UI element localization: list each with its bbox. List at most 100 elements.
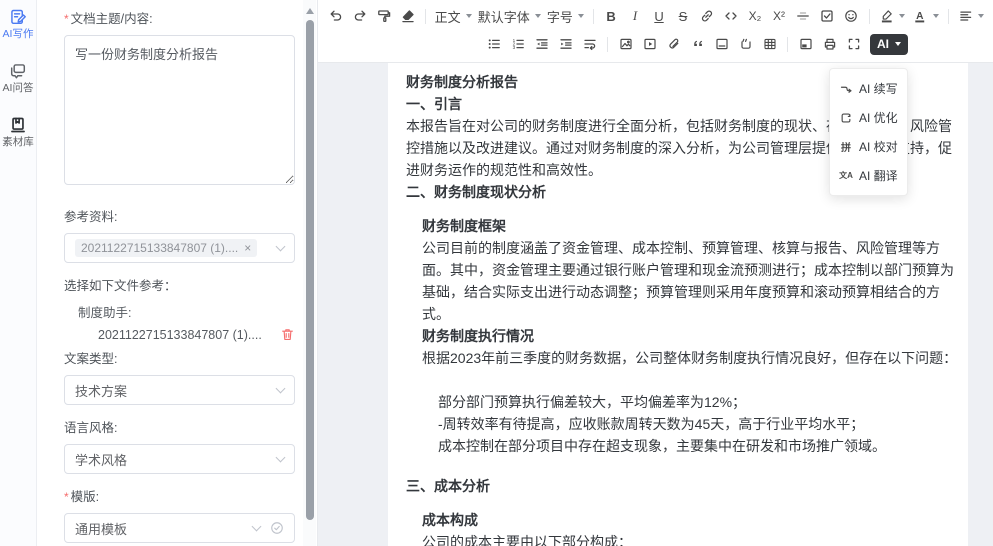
topic-label: *文档主题/内容: — [64, 8, 295, 27]
reference-tag: 2021122715133847807 (1).... × — [75, 239, 257, 257]
underline-button[interactable]: U — [648, 4, 671, 28]
app-window: AI写作 AI问答 素材库 *文档主题/内容: 写一份财务制度分析报告 参考资料… — [0, 0, 993, 546]
type-select[interactable]: 技术方案 — [64, 375, 295, 405]
attachment-button[interactable] — [662, 32, 685, 56]
outdent-icon — [534, 36, 550, 52]
fullscreen-button[interactable] — [842, 32, 865, 56]
form-scrollbar[interactable] — [303, 0, 316, 546]
page-break-button[interactable] — [734, 32, 757, 56]
chevron-down-icon — [252, 521, 262, 531]
fullscreen-icon — [846, 36, 862, 52]
code-block-button[interactable] — [710, 32, 733, 56]
ai-menu-button[interactable]: AI — [870, 34, 908, 55]
doc-list-item: -周转效率有待提高，应收账款周转天数为45天，高于行业平均水平； — [438, 413, 958, 435]
reference-select[interactable]: 2021122715133847807 (1).... × — [64, 233, 295, 263]
chevron-down-icon — [466, 14, 472, 18]
file-name: 2021122715133847807 (1).... — [98, 328, 280, 342]
toolbar-divider — [787, 37, 788, 52]
horizontal-rule-button[interactable] — [792, 4, 815, 28]
line-wrap-button[interactable] — [578, 32, 601, 56]
paragraph-style-select[interactable]: 正文 — [432, 4, 474, 28]
page-break-icon — [738, 36, 754, 52]
redo-button[interactable] — [348, 4, 371, 28]
scrollbar-thumb[interactable] — [306, 20, 314, 520]
ai-menu-item-continue[interactable]: AI 续写 — [830, 74, 907, 103]
link-button[interactable] — [696, 4, 719, 28]
inline-code-button[interactable] — [720, 4, 743, 28]
task-list-button[interactable] — [816, 4, 839, 28]
table-button[interactable] — [758, 32, 781, 56]
align-button[interactable] — [955, 4, 988, 28]
clear-format-button[interactable] — [396, 4, 419, 28]
ai-writing-icon — [9, 8, 27, 26]
blockquote-icon — [690, 36, 706, 52]
embed-button[interactable] — [794, 32, 817, 56]
outdent-button[interactable] — [530, 32, 553, 56]
ai-writing-form-panel: *文档主题/内容: 写一份财务制度分析报告 参考资料: 202112271513… — [37, 0, 318, 546]
style-select[interactable]: 学术风格 — [64, 444, 295, 474]
ordered-list-button[interactable]: 123 — [506, 32, 529, 56]
ai-menu-item-translate[interactable]: 文A AI 翻译 — [830, 161, 907, 190]
indent-button[interactable] — [554, 32, 577, 56]
subscript-button[interactable]: X₂ — [744, 4, 767, 28]
toolbar-divider — [425, 9, 426, 24]
table-icon — [762, 36, 778, 52]
print-button[interactable] — [818, 32, 841, 56]
clear-format-icon — [400, 8, 416, 24]
bold-button[interactable]: B — [600, 4, 623, 28]
font-color-button[interactable]: A — [909, 4, 942, 28]
nav-rail: AI写作 AI问答 素材库 — [0, 0, 37, 546]
emoji-icon — [843, 8, 859, 24]
ai-menu-item-proofread[interactable]: 拼 AI 校对 — [830, 132, 907, 161]
superscript-button[interactable]: X² — [768, 4, 791, 28]
italic-button[interactable]: I — [624, 4, 647, 28]
line-wrap-icon — [582, 36, 598, 52]
format-painter-button[interactable] — [372, 4, 395, 28]
tag-close-icon[interactable]: × — [244, 241, 251, 255]
image-button[interactable] — [614, 32, 637, 56]
sidebar-item-ai-qa[interactable]: AI问答 — [0, 62, 37, 94]
font-size-select[interactable]: 字号 — [544, 4, 586, 28]
indent-icon — [558, 36, 574, 52]
highlight-color-icon — [879, 8, 895, 24]
topic-textarea[interactable]: 写一份财务制度分析报告 — [64, 35, 295, 185]
align-left-icon — [958, 8, 974, 24]
doc-heading: 三、成本分析 — [406, 475, 958, 497]
style-label: 语言风格: — [64, 417, 295, 436]
undo-button[interactable] — [324, 4, 347, 28]
template-label: *模版: — [64, 486, 295, 505]
sidebar-item-label: AI写作 — [3, 28, 34, 40]
trash-icon[interactable] — [280, 327, 295, 342]
toolbar-divider — [948, 9, 949, 24]
video-button[interactable] — [638, 32, 661, 56]
type-label: 文案类型: — [64, 348, 295, 367]
task-list-icon — [819, 8, 835, 24]
template-select[interactable]: 通用模板 — [64, 513, 295, 543]
code-block-icon — [714, 36, 730, 52]
doc-list-item: 成本控制在部分项目中存在超支现象，主要集中在研发和市场推广领域。 — [438, 435, 958, 457]
strikethrough-button[interactable]: S — [672, 4, 695, 28]
ai-menu-item-optimize[interactable]: AI 优化 — [830, 103, 907, 132]
sidebar-item-label: AI问答 — [3, 82, 34, 94]
ai-proofread-icon: 拼 — [839, 139, 853, 154]
scroll-up-icon[interactable] — [306, 8, 314, 14]
style-value: 学术风格 — [75, 450, 277, 469]
doc-paragraph: 根据2023年前三季度的财务数据，公司整体财务制度执行情况良好，但存在以下问题： — [422, 347, 958, 369]
doc-subheading: 财务制度框架 — [422, 215, 958, 237]
blockquote-button[interactable] — [686, 32, 709, 56]
font-family-select[interactable]: 默认字体 — [475, 4, 543, 28]
file-row: 2021122715133847807 (1).... — [98, 327, 295, 342]
embed-icon — [798, 36, 814, 52]
toolbar-row-2: 123 AI — [482, 30, 987, 58]
sidebar-item-ai-writing[interactable]: AI写作 — [0, 8, 37, 40]
svg-text:3: 3 — [512, 45, 515, 50]
sidebar-item-label: 素材库 — [2, 136, 34, 148]
emoji-button[interactable] — [840, 4, 863, 28]
highlight-color-button[interactable] — [876, 4, 909, 28]
check-circle-icon — [270, 521, 284, 535]
svg-text:A: A — [916, 11, 924, 22]
chevron-down-icon — [578, 14, 584, 18]
reference-tag-text: 2021122715133847807 (1).... — [81, 241, 238, 255]
bullet-list-button[interactable] — [482, 32, 505, 56]
sidebar-item-material-library[interactable]: 素材库 — [0, 116, 37, 148]
